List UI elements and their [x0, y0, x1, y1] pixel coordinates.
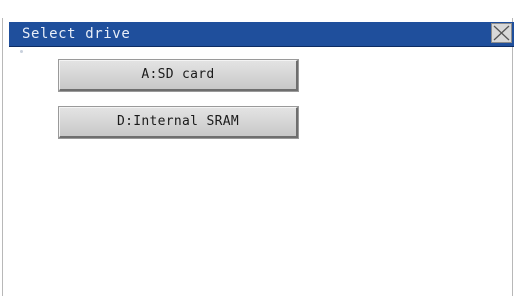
dialog-title: Select drive	[22, 26, 131, 42]
dialog-titlebar: Select drive	[9, 22, 514, 47]
drive-button-label: A:SD card	[141, 67, 215, 82]
drive-button-sd-card[interactable]: A:SD card	[58, 59, 299, 92]
close-icon	[493, 25, 510, 41]
corner-mark	[20, 50, 23, 53]
drive-button-label: D:Internal SRAM	[117, 114, 239, 129]
close-button[interactable]	[491, 23, 512, 43]
drive-button-internal-sram[interactable]: D:Internal SRAM	[58, 106, 299, 139]
